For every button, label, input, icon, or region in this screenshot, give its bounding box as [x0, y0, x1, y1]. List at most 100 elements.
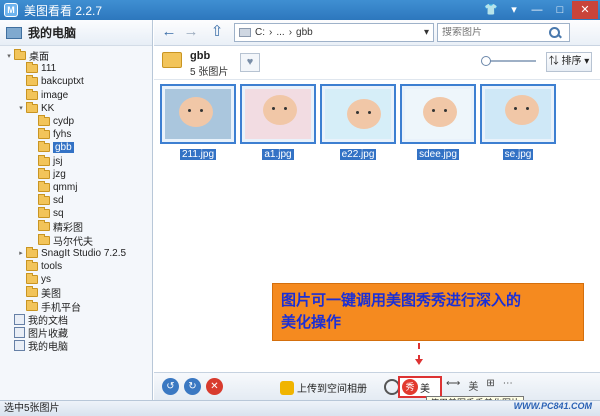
meitu-logo-icon: 秀: [402, 379, 418, 395]
thumbnail-item[interactable]: a1.jpg: [240, 84, 316, 160]
thumbnail-item[interactable]: e22.jpg: [320, 84, 396, 160]
zoom-slider[interactable]: [481, 56, 536, 66]
folder-icon: [38, 194, 50, 206]
path-bar[interactable]: C: › ... › gbb ▾: [234, 23, 434, 42]
eye: [284, 107, 287, 110]
maximize-button[interactable]: □: [549, 1, 571, 19]
minimize-button[interactable]: —: [526, 1, 548, 19]
thumbnail-item[interactable]: se.jpg: [480, 84, 556, 160]
tree-item[interactable]: tools: [0, 260, 152, 273]
puzzle-icon[interactable]: ⊞: [486, 378, 494, 393]
menu-button[interactable]: ▾: [503, 1, 525, 19]
folder-icon: [26, 246, 38, 258]
tree-item-label: jsj: [53, 155, 63, 167]
tree-item[interactable]: 马尔代夫: [0, 233, 152, 248]
tree-item[interactable]: 我的文档: [0, 313, 152, 327]
path-drive[interactable]: C:: [255, 27, 265, 38]
folder-icon: [26, 75, 38, 87]
tree-item[interactable]: fyhs: [0, 128, 152, 141]
forward-button[interactable]: →: [182, 24, 200, 42]
thumbnail-caption: e22.jpg: [320, 146, 396, 160]
rotate-left-button[interactable]: ↺: [162, 378, 179, 395]
tree-item[interactable]: ys: [0, 273, 152, 286]
skin-icon[interactable]: 👕: [480, 1, 502, 19]
sort-button[interactable]: ⇅ 排序 ▾: [546, 52, 592, 72]
delete-button[interactable]: ✕: [206, 378, 223, 395]
tree-item[interactable]: cydp: [0, 114, 152, 128]
thumbnail-frame[interactable]: [480, 84, 556, 144]
tree-item[interactable]: gbb: [0, 141, 152, 154]
folder-icon: [38, 233, 50, 245]
tree-item[interactable]: image: [0, 88, 152, 102]
tree-item[interactable]: 手机平台: [0, 299, 152, 314]
expand-arrow-icon[interactable]: ▸: [16, 249, 26, 257]
tree-item[interactable]: 111: [0, 62, 152, 75]
tree-item-label: qmmj: [53, 181, 78, 193]
beautify-icon[interactable]: 美: [468, 378, 478, 393]
folder-icon: [38, 141, 50, 153]
folder-icon: [38, 114, 50, 126]
upload-button[interactable]: 上传到空间相册: [280, 380, 367, 395]
eye: [444, 109, 447, 112]
eye: [368, 111, 371, 114]
folder-icon: [38, 207, 50, 219]
baby-photo: [165, 89, 231, 139]
compare-icon[interactable]: ⟷: [446, 378, 460, 393]
more-icon[interactable]: ⋯: [503, 378, 513, 393]
back-button[interactable]: ←: [160, 24, 178, 42]
tree-item[interactable]: ▸ SnagIt Studio 7.2.5: [0, 246, 152, 260]
tree-item[interactable]: 图片收藏: [0, 326, 152, 340]
meitu-xiuxiu-button[interactable]: 秀 美: [398, 376, 442, 398]
thumbnail-frame[interactable]: [160, 84, 236, 144]
tree-item[interactable]: 精彩图: [0, 220, 152, 234]
close-button[interactable]: ✕: [572, 1, 598, 19]
path-dropdown-icon[interactable]: ▾: [424, 27, 429, 38]
tree-item[interactable]: bakcuptxt: [0, 75, 152, 88]
tree-item[interactable]: qmmj: [0, 180, 152, 194]
tree-item[interactable]: 美图: [0, 286, 152, 300]
album-count: 5 张图片: [190, 67, 229, 78]
thumbnail-filename: sdee.jpg: [417, 149, 459, 160]
path-ellipsis[interactable]: ...: [276, 27, 284, 38]
folder-tree: ▾ 桌面 111 bakcuptxt image ▾ KK cydp fyhs gbb jsj jzg…: [0, 46, 152, 353]
expand-arrow-icon[interactable]: ▾: [16, 104, 26, 112]
up-button[interactable]: ⇧: [208, 24, 226, 42]
upload-label: 上传到空间相册: [297, 384, 367, 395]
folder-icon: [26, 260, 38, 271]
folder-sidebar: 我的电脑 ▾ 桌面 111 bakcuptxt image ▾ KK cydp fyhs gbb j…: [0, 20, 153, 400]
upload-icon: [280, 380, 294, 395]
tree-item[interactable]: sq: [0, 207, 152, 220]
tree-item-label: tools: [41, 261, 63, 272]
album-folder-icon: [162, 52, 182, 68]
thumbnail-frame[interactable]: [320, 84, 396, 144]
thumbnail-frame[interactable]: [240, 84, 316, 144]
thumbnail-frame[interactable]: [400, 84, 476, 144]
path-current[interactable]: gbb: [296, 27, 313, 38]
tree-item[interactable]: jsj: [0, 154, 152, 168]
eye: [432, 109, 435, 112]
thumbnail-item[interactable]: 211.jpg: [160, 84, 236, 160]
eye: [200, 109, 203, 112]
annotation-callout: 图片可一键调用美图秀秀进行深入的 美化操作: [272, 283, 584, 341]
tree-item[interactable]: ▾ KK: [0, 101, 152, 115]
tree-item-label: 111: [41, 63, 57, 75]
path-separator: ›: [288, 27, 293, 38]
rotate-right-button[interactable]: ↻: [184, 378, 201, 395]
tree-item-label: sq: [53, 208, 64, 220]
tree-item[interactable]: ▾ 桌面: [0, 49, 152, 63]
search-icon[interactable]: [548, 26, 562, 40]
zoom-slider-knob[interactable]: [481, 56, 491, 66]
favorite-button[interactable]: ♥: [240, 53, 260, 72]
tree-item[interactable]: sd: [0, 194, 152, 207]
expand-arrow-icon[interactable]: ▾: [4, 52, 14, 60]
folder-icon: [26, 286, 38, 298]
tree-item-label: bakcuptxt: [41, 76, 84, 88]
tree-item[interactable]: jzg: [0, 167, 152, 181]
thumbnail-item[interactable]: sdee.jpg: [400, 84, 476, 160]
eye: [526, 107, 529, 110]
sidebar-header[interactable]: 我的电脑: [0, 20, 152, 46]
thumbnail-filename: a1.jpg: [262, 149, 294, 160]
folder-icon: [26, 273, 38, 285]
tree-item[interactable]: 我的电脑: [0, 339, 152, 353]
search-input[interactable]: [438, 27, 548, 38]
